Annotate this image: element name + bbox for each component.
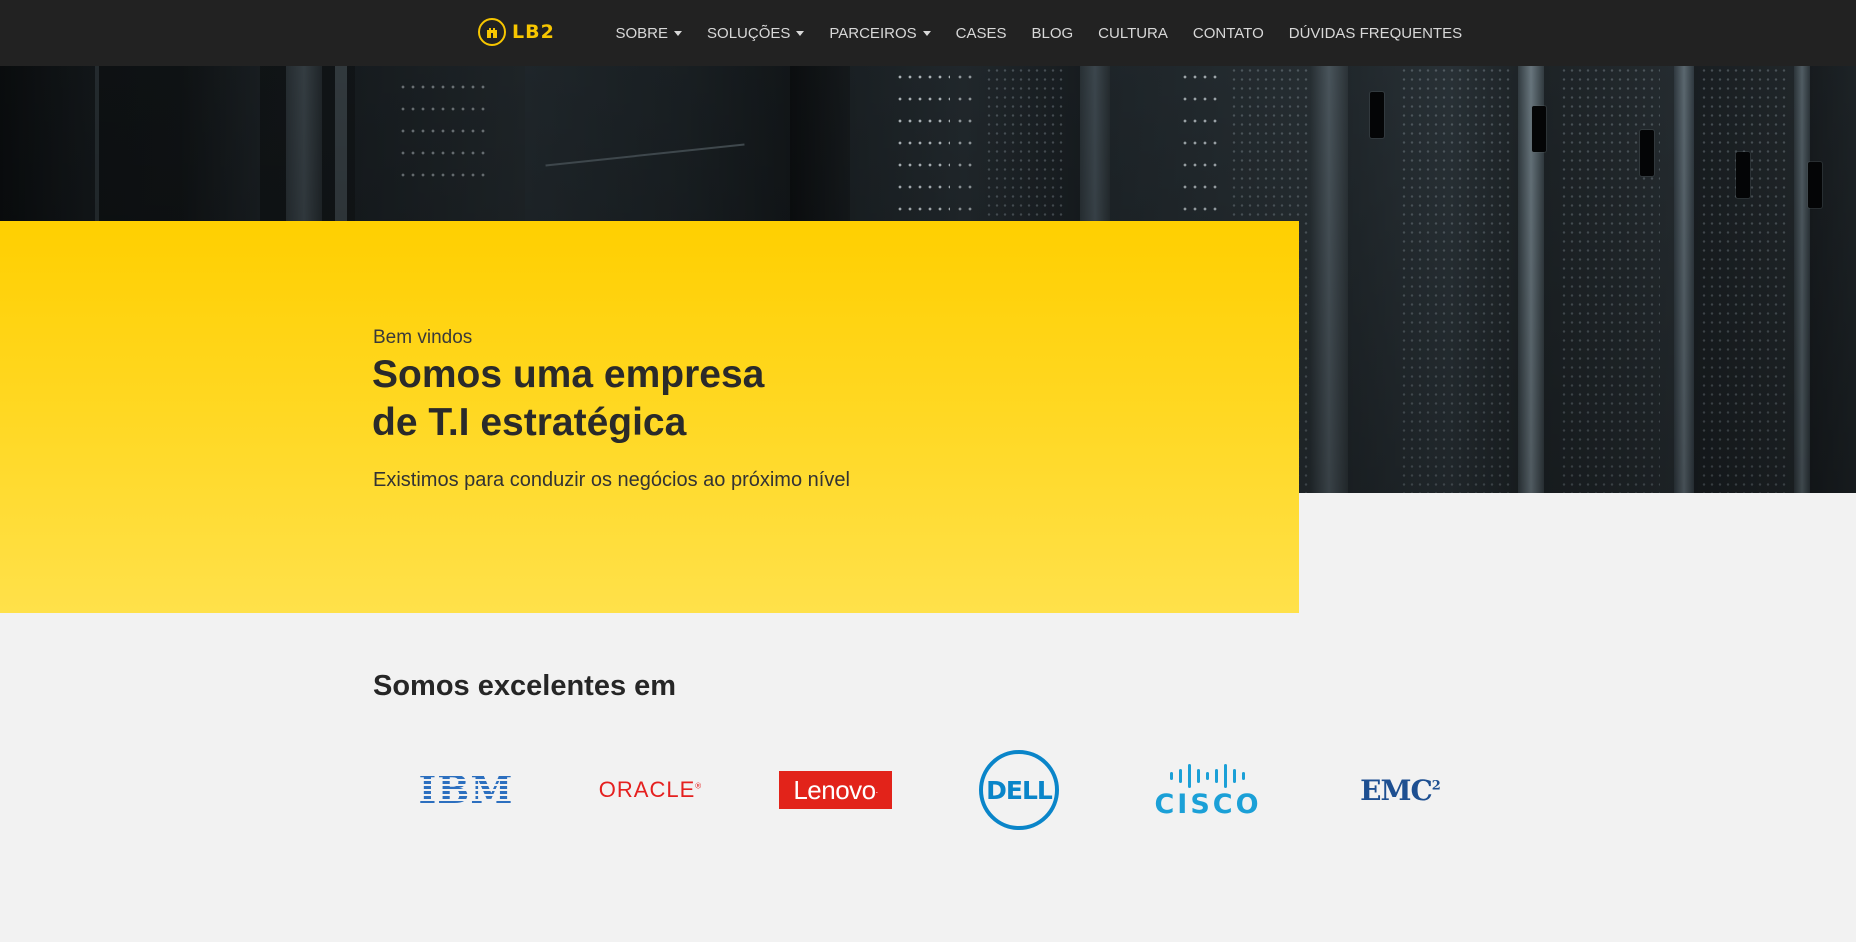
nav-item-label: SOBRE [615, 24, 669, 42]
cisco-logo-icon: CISCO [1154, 763, 1261, 818]
logo-text: LB2 [512, 21, 555, 43]
partner-name: ORACLE [598, 777, 696, 802]
hero-title: Somos uma empresa de T.I estratégica [372, 351, 764, 447]
nav-item-label: DÚVIDAS FREQUENTES [1288, 24, 1463, 42]
top-navbar: LB2 SOBRE SOLUÇÕES PARCEIROS CASES BLOG … [0, 0, 1856, 66]
ibm-logo-icon: IBM [416, 771, 516, 809]
main-nav: SOBRE SOLUÇÕES PARCEIROS CASES BLOG CULT… [603, 0, 1475, 66]
lenovo-logo-icon: Lenovo. [779, 771, 892, 809]
caret-down-icon [922, 31, 931, 36]
nav-item-label: BLOG [1031, 24, 1074, 42]
partner-logo-lenovo[interactable]: Lenovo. [779, 745, 892, 835]
nav-item-duvidas-frequentes[interactable]: DÚVIDAS FREQUENTES [1276, 0, 1474, 66]
partner-logo-oracle[interactable]: ORACLE® [593, 745, 708, 835]
caret-down-icon [674, 31, 683, 36]
nav-item-solucoes[interactable]: SOLUÇÕES [695, 0, 817, 66]
hero-subtitle: Existimos para conduzir os negócios ao p… [373, 469, 850, 491]
nav-item-label: CULTURA [1098, 24, 1168, 42]
partner-logos: IBM ORACLE® Lenovo. DELL CISCO EMC2 [373, 745, 1483, 835]
nav-item-label: SOLUÇÕES [707, 24, 791, 42]
hero-title-line-2: de T.I estratégica [372, 401, 687, 444]
nav-item-contato[interactable]: CONTATO [1180, 0, 1276, 66]
partner-name: EMC [1360, 773, 1433, 807]
caret-down-icon [796, 31, 805, 36]
partner-name: Lenovo [793, 774, 876, 805]
dell-logo-icon: DELL [979, 750, 1059, 830]
oracle-logo-icon: ORACLE® [598, 777, 703, 802]
nav-item-cultura[interactable]: CULTURA [1086, 0, 1181, 66]
nav-item-parceiros[interactable]: PARCEIROS [817, 0, 943, 66]
partner-logo-ibm[interactable]: IBM [411, 745, 521, 835]
partner-logo-emc[interactable]: EMC2 [1345, 745, 1455, 835]
nav-item-label: CONTATO [1192, 24, 1264, 42]
partner-name: CISCO [1154, 788, 1262, 820]
partner-logo-dell[interactable]: DELL [979, 745, 1059, 835]
nav-item-sobre[interactable]: SOBRE [603, 0, 695, 66]
nav-item-label: PARCEIROS [829, 24, 917, 42]
partner-name: IBM [418, 767, 514, 812]
partner-superscript: 2 [1431, 778, 1441, 794]
partner-name: DELL [986, 775, 1053, 805]
hero-eyebrow: Bem vindos [373, 327, 473, 348]
expertise-title: Somos excelentes em [373, 670, 677, 702]
hero-banner: Bem vindos Somos uma empresa de T.I estr… [0, 221, 1299, 613]
nav-item-cases[interactable]: CASES [943, 0, 1019, 66]
nav-item-label: CASES [955, 24, 1007, 42]
partner-logo-cisco[interactable]: CISCO [1153, 745, 1263, 835]
emc-logo-icon: EMC2 [1360, 773, 1441, 807]
nav-item-blog[interactable]: BLOG [1019, 0, 1086, 66]
site-logo[interactable]: LB2 [478, 18, 555, 46]
cisco-bars-icon [1170, 763, 1246, 789]
hero-title-line-1: Somos uma empresa [372, 353, 765, 396]
castle-icon [478, 18, 506, 46]
